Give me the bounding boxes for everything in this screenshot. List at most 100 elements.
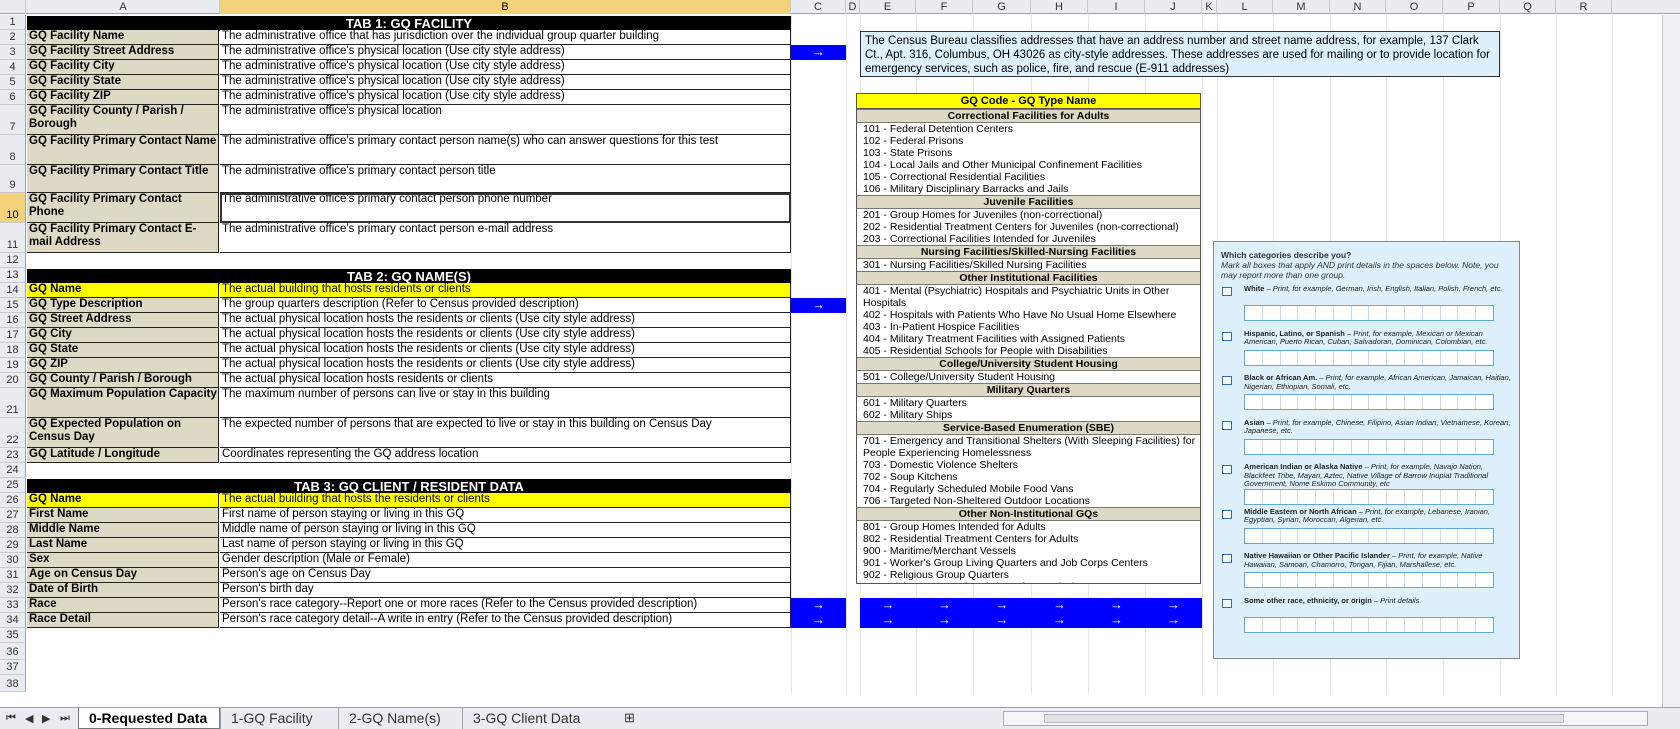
field-name-cell[interactable]: GQ Expected Population on Census Day bbox=[27, 418, 219, 448]
field-description-cell[interactable]: The administrative office's primary cont… bbox=[220, 223, 791, 253]
row-header-18[interactable]: 18 bbox=[0, 343, 26, 358]
field-description-cell[interactable]: The administrative office's physical loc… bbox=[220, 60, 791, 75]
column-header-n[interactable]: N bbox=[1330, 0, 1386, 14]
field-description-cell[interactable]: The administrative office's physical loc… bbox=[220, 90, 791, 105]
field-name-cell[interactable]: GQ Facility Name bbox=[27, 30, 219, 45]
sheet-tab-3[interactable]: 3-GQ Client Data bbox=[462, 708, 612, 729]
field-description-cell[interactable]: Person's race category detail--A write i… bbox=[220, 613, 791, 628]
field-name-cell[interactable]: GQ Facility County / Parish / Borough bbox=[27, 105, 219, 135]
field-name-cell[interactable]: GQ Facility Primary Contact Name bbox=[27, 135, 219, 165]
field-name-cell[interactable]: GQ Facility ZIP bbox=[27, 90, 219, 105]
row-header-15[interactable]: 15 bbox=[0, 298, 26, 313]
field-name-cell[interactable]: Last Name bbox=[27, 538, 219, 553]
sheet-tab-2[interactable]: 2-GQ Name(s) bbox=[338, 708, 462, 729]
row-header-12[interactable]: 12 bbox=[0, 253, 26, 268]
row-header-34[interactable]: 34 bbox=[0, 613, 26, 628]
field-description-cell[interactable]: The administrative office's primary cont… bbox=[220, 165, 791, 193]
field-name-cell[interactable]: Sex bbox=[27, 553, 219, 568]
field-description-cell[interactable]: Middle name of person staying or living … bbox=[220, 523, 791, 538]
field-name-cell[interactable]: GQ Latitude / Longitude bbox=[27, 448, 219, 463]
field-name-cell[interactable]: GQ Type Description bbox=[27, 298, 219, 313]
sheet-tab-1[interactable]: 1-GQ Facility bbox=[220, 708, 338, 729]
column-header-a[interactable]: A bbox=[27, 0, 220, 14]
next-sheet-icon[interactable]: ▶ bbox=[42, 712, 50, 725]
field-description-cell[interactable]: The actual physical location hosts the r… bbox=[220, 358, 791, 373]
field-name-cell[interactable]: Race Detail bbox=[27, 613, 219, 628]
row-header-20[interactable]: 20 bbox=[0, 373, 26, 388]
field-name-cell[interactable]: GQ Name bbox=[27, 493, 219, 508]
field-description-cell[interactable]: First name of person staying or living i… bbox=[220, 508, 791, 523]
row-header-2[interactable]: 2 bbox=[0, 30, 26, 45]
field-description-cell[interactable]: Person's age on Census Day bbox=[220, 568, 791, 583]
row-header-38[interactable]: 38 bbox=[0, 675, 26, 692]
row-header-8[interactable]: 8 bbox=[0, 135, 26, 165]
sheet-tab-0[interactable]: 0-Requested Data bbox=[78, 708, 220, 729]
horizontal-scrollbar[interactable] bbox=[1003, 711, 1648, 726]
field-name-cell[interactable]: GQ Name bbox=[27, 283, 219, 298]
row-header-9[interactable]: 9 bbox=[0, 165, 26, 193]
row-header-22[interactable]: 22 bbox=[0, 418, 26, 448]
first-sheet-icon[interactable]: ⏮ bbox=[6, 712, 16, 725]
field-description-cell[interactable]: The administrative office's physical loc… bbox=[220, 75, 791, 90]
row-header-26[interactable]: 26 bbox=[0, 493, 26, 508]
row-header-13[interactable]: 13 bbox=[0, 268, 26, 283]
field-name-cell[interactable]: First Name bbox=[27, 508, 219, 523]
row-header-7[interactable]: 7 bbox=[0, 105, 26, 135]
row-header-4[interactable]: 4 bbox=[0, 60, 26, 75]
row-header-14[interactable]: 14 bbox=[0, 283, 26, 298]
field-name-cell[interactable]: GQ Facility Primary Contact Title bbox=[27, 165, 219, 193]
field-name-cell[interactable]: GQ City bbox=[27, 328, 219, 343]
field-description-cell[interactable]: The actual physical location hosts resid… bbox=[220, 373, 791, 388]
column-header-c[interactable]: C bbox=[791, 0, 846, 14]
column-header-b[interactable]: B bbox=[220, 0, 791, 14]
field-description-cell[interactable]: The administrative office that has juris… bbox=[220, 30, 791, 45]
row-header-6[interactable]: 6 bbox=[0, 90, 26, 105]
field-description-cell[interactable]: Person's race category--Report one or mo… bbox=[220, 598, 791, 613]
horizontal-scroll-thumb[interactable] bbox=[1044, 714, 1564, 723]
field-name-cell[interactable]: Age on Census Day bbox=[27, 568, 219, 583]
field-name-cell[interactable]: GQ Maximum Population Capacity bbox=[27, 388, 219, 418]
field-description-cell[interactable]: The actual physical location hosts the r… bbox=[220, 328, 791, 343]
row-header-29[interactable]: 29 bbox=[0, 538, 26, 553]
field-name-cell[interactable]: GQ Facility Street Address bbox=[27, 45, 219, 60]
row-header-17[interactable]: 17 bbox=[0, 328, 26, 343]
row-header-27[interactable]: 27 bbox=[0, 508, 26, 523]
row-header-33[interactable]: 33 bbox=[0, 598, 26, 613]
field-name-cell[interactable]: Middle Name bbox=[27, 523, 219, 538]
field-description-cell[interactable]: The actual building that hosts the resid… bbox=[220, 493, 791, 508]
field-description-cell[interactable]: Coordinates representing the GQ address … bbox=[220, 448, 791, 463]
row-header-19[interactable]: 19 bbox=[0, 358, 26, 373]
row-header-10[interactable]: 10 bbox=[0, 193, 26, 223]
field-name-cell[interactable]: GQ Facility Primary Contact Phone bbox=[27, 193, 219, 223]
insert-sheet-icon[interactable]: ⊞ bbox=[624, 710, 635, 726]
field-name-cell[interactable]: GQ Facility Primary Contact E-mail Addre… bbox=[27, 223, 219, 253]
row-header-11[interactable]: 11 bbox=[0, 223, 26, 253]
row-header-36[interactable]: 36 bbox=[0, 643, 26, 660]
row-header-3[interactable]: 3 bbox=[0, 45, 26, 60]
row-header-30[interactable]: 30 bbox=[0, 553, 26, 568]
field-name-cell[interactable]: GQ County / Parish / Borough bbox=[27, 373, 219, 388]
row-header-35[interactable]: 35 bbox=[0, 628, 26, 643]
field-name-cell[interactable]: Date of Birth bbox=[27, 583, 219, 598]
column-header-k[interactable]: K bbox=[1202, 0, 1217, 14]
column-header-m[interactable]: M bbox=[1273, 0, 1330, 14]
column-header-r[interactable]: R bbox=[1556, 0, 1612, 14]
field-description-cell[interactable]: The administrative office's primary cont… bbox=[220, 193, 791, 223]
field-description-cell[interactable]: The administrative office's primary cont… bbox=[220, 135, 791, 165]
field-name-cell[interactable]: GQ State bbox=[27, 343, 219, 358]
field-name-cell[interactable]: GQ ZIP bbox=[27, 358, 219, 373]
column-header-j[interactable]: J bbox=[1145, 0, 1202, 14]
column-header-d[interactable]: D bbox=[846, 0, 860, 14]
field-description-cell[interactable]: Person's birth day bbox=[220, 583, 791, 598]
field-name-cell[interactable]: Race bbox=[27, 598, 219, 613]
row-header-23[interactable]: 23 bbox=[0, 448, 26, 463]
field-description-cell[interactable]: The administrative office's physical loc… bbox=[220, 45, 791, 60]
field-description-cell[interactable]: Last name of person staying or living in… bbox=[220, 538, 791, 553]
vertical-scrollbar[interactable] bbox=[1662, 15, 1680, 707]
row-header-37[interactable]: 37 bbox=[0, 660, 26, 675]
row-header-31[interactable]: 31 bbox=[0, 568, 26, 583]
column-header-q[interactable]: Q bbox=[1500, 0, 1556, 14]
row-header-21[interactable]: 21 bbox=[0, 388, 26, 418]
row-header-16[interactable]: 16 bbox=[0, 313, 26, 328]
field-description-cell[interactable]: The actual building that hosts residents… bbox=[220, 283, 791, 298]
